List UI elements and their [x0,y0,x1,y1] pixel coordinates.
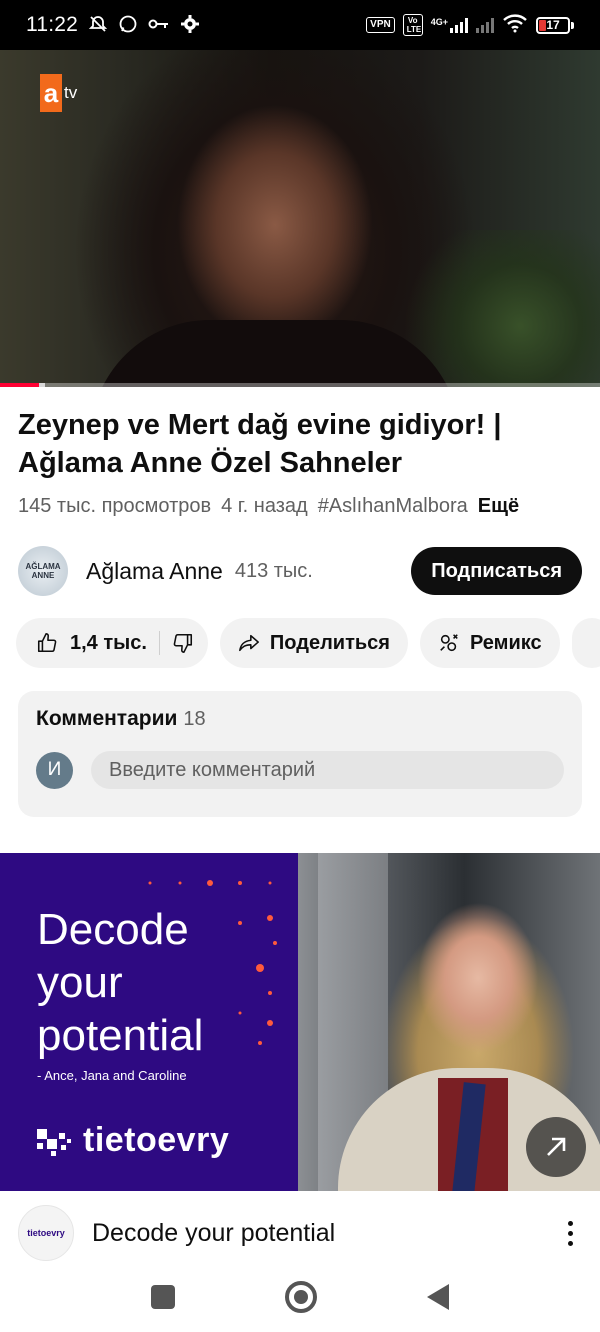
battery-icon: 17 [536,16,574,34]
share-icon [238,634,259,652]
video-meta[interactable]: 145 тыс. просмотров 4 г. назад #AslıhanM… [18,495,588,518]
ad-subtext: - Ance, Jana and Caroline [37,1068,187,1083]
subscribe-button[interactable]: Подписаться [411,547,582,595]
signal-icon: 4G+ [431,17,468,33]
signal-2-icon [476,17,494,33]
video-progress-bar[interactable] [0,383,600,387]
status-bar: 11:22 VPN Vo LTE 4G+ 17 [0,0,600,50]
channel-avatar[interactable]: AĞLAMA ANNE [18,546,68,596]
home-button[interactable] [285,1281,317,1313]
gear-icon [180,14,200,37]
action-bar: 1,4 тыс. Поделиться Ремикс [16,618,600,668]
buffered-bar [39,383,45,387]
ad-title[interactable]: Decode your potential [92,1219,335,1248]
remix-label: Ремикс [469,631,542,654]
ad-banner[interactable]: Decode your potential - Ance, Jana and C… [0,853,600,1191]
channel-row: AĞLAMA ANNE Ağlama Anne 413 тыс. Подписа… [18,545,582,597]
comments-section[interactable]: Комментарии 18 И Введите комментарий [18,691,582,817]
recents-button[interactable] [151,1285,175,1309]
atv-logo: a tv [40,74,77,112]
ad-advertiser-avatar: tietoevry [18,1205,74,1261]
channel-name[interactable]: Ağlama Anne [86,558,223,585]
more-button[interactable]: Ещё [478,495,519,518]
like-dislike-group: 1,4 тыс. [16,618,208,668]
like-button[interactable]: 1,4 тыс. [36,632,147,655]
tietoevry-logo-icon [37,1128,71,1156]
system-nav-bar [0,1262,600,1332]
back-button[interactable] [427,1284,449,1310]
volte-badge: Vo LTE [402,14,423,36]
ad-brand-logo: tietoevry [37,1121,229,1160]
comments-header: Комментарии 18 [36,707,564,731]
share-label: Поделиться [269,631,390,654]
video-player[interactable]: a tv [0,50,600,387]
like-count: 1,4 тыс. [70,631,147,654]
hashtag-link[interactable]: #AslıhanMalbora [318,495,468,518]
ad-info-row[interactable]: tietoevry Decode your potential [18,1205,582,1261]
view-count: 145 тыс. просмотров [18,495,212,517]
thumbs-down-icon [173,633,192,653]
open-link-button[interactable] [526,1117,586,1177]
played-bar [0,383,39,387]
thumbs-up-icon [37,633,57,653]
comments-title: Комментарии [36,707,178,730]
comment-input[interactable]: Введите комментарий [91,751,564,789]
subscriber-count: 413 тыс. [234,559,313,582]
ad-headline: Decode your potential [37,905,204,1060]
bell-off-icon [88,14,108,37]
upload-age: 4 г. назад [221,495,308,517]
more-vert-icon[interactable] [558,1213,582,1253]
vpn-badge: VPN [366,17,395,33]
status-time: 11:22 [26,13,78,36]
dislike-button[interactable] [172,632,194,654]
wifi-icon [502,13,528,38]
remix-icon [440,634,458,652]
more-actions-chip[interactable] [571,618,600,668]
key-icon [148,16,170,34]
arrow-up-right-icon [547,1137,566,1156]
like-divider [158,631,160,655]
video-title[interactable]: Zeynep ve Mert dağ evine gidiyor! | Ağla… [18,406,578,482]
remix-button[interactable]: Ремикс [419,618,560,668]
ad-text-panel: Decode your potential - Ance, Jana and C… [0,853,298,1191]
comments-count: 18 [183,708,206,730]
user-avatar: И [36,751,73,789]
whatsapp-icon [118,14,138,37]
share-button[interactable]: Поделиться [219,618,408,668]
